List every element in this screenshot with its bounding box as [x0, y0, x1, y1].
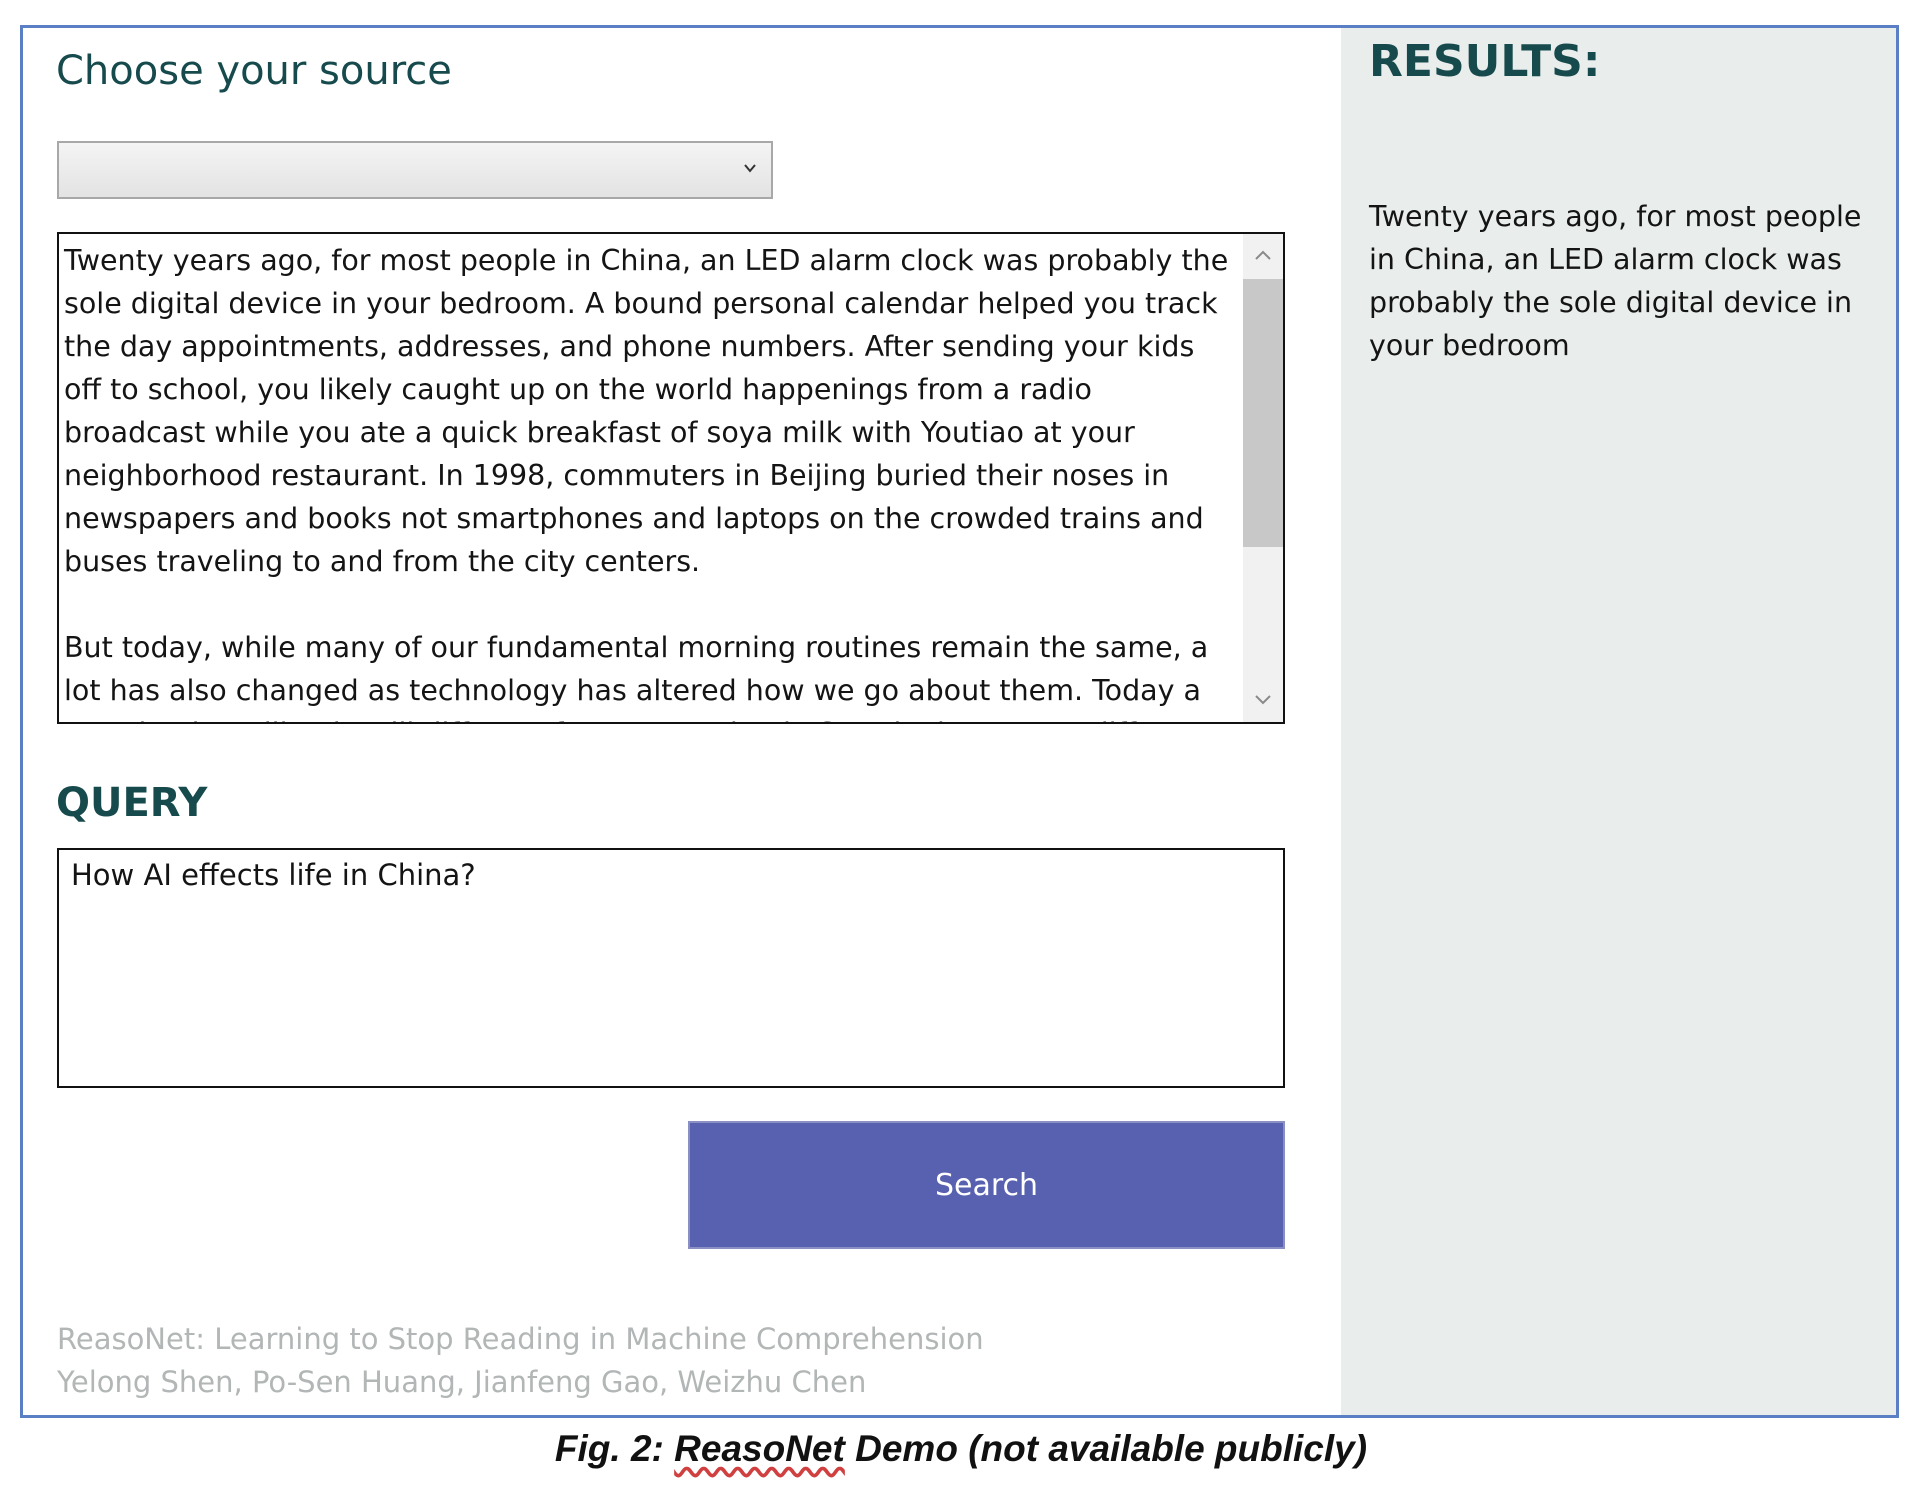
results-panel: RESULTS: Twenty years ago, for most peop… — [1341, 28, 1896, 1415]
article-textarea[interactable]: Twenty years ago, for most people in Chi… — [57, 232, 1285, 724]
demo-frame: Choose your source Twenty years ago, for… — [20, 25, 1899, 1418]
source-select[interactable] — [57, 141, 773, 199]
results-answer: Twenty years ago, for most people in Chi… — [1369, 200, 1862, 362]
scrollbar-thumb[interactable] — [1243, 279, 1283, 547]
query-text: How AI effects life in China? — [71, 858, 476, 892]
paper-title: ReasoNet: Learning to Stop Reading in Ma… — [57, 1322, 984, 1356]
caption-prefix: Fig. 2: — [554, 1428, 675, 1469]
footer-credits: ReasoNet: Learning to Stop Reading in Ma… — [57, 1318, 984, 1404]
article-text: Twenty years ago, for most people in Chi… — [64, 239, 1239, 722]
article-paragraph: But today, while many of our fundamental… — [64, 631, 1212, 722]
paper-authors: Yelong Shen, Po-Sen Huang, Jianfeng Gao,… — [57, 1365, 867, 1399]
input-panel: Choose your source Twenty years ago, for… — [23, 28, 1341, 1415]
article-paragraph: Twenty years ago, for most people in Chi… — [64, 244, 1229, 578]
figure-caption: Fig. 2: ReasoNet Demo (not available pub… — [0, 1428, 1922, 1470]
chevron-up-icon[interactable] — [1243, 234, 1283, 278]
search-button[interactable]: Search — [688, 1121, 1285, 1249]
chevron-down-icon[interactable] — [1243, 678, 1283, 722]
query-heading: QUERY — [56, 780, 208, 826]
caption-name: ReasoNet — [674, 1428, 845, 1469]
caption-suffix: Demo (not available publicly) — [844, 1428, 1368, 1469]
query-input[interactable]: How AI effects life in China? — [57, 848, 1285, 1088]
article-scrollbar[interactable] — [1243, 234, 1283, 722]
results-heading: RESULTS: — [1369, 36, 1601, 87]
source-heading: Choose your source — [56, 48, 452, 94]
chevron-down-icon — [744, 164, 756, 173]
